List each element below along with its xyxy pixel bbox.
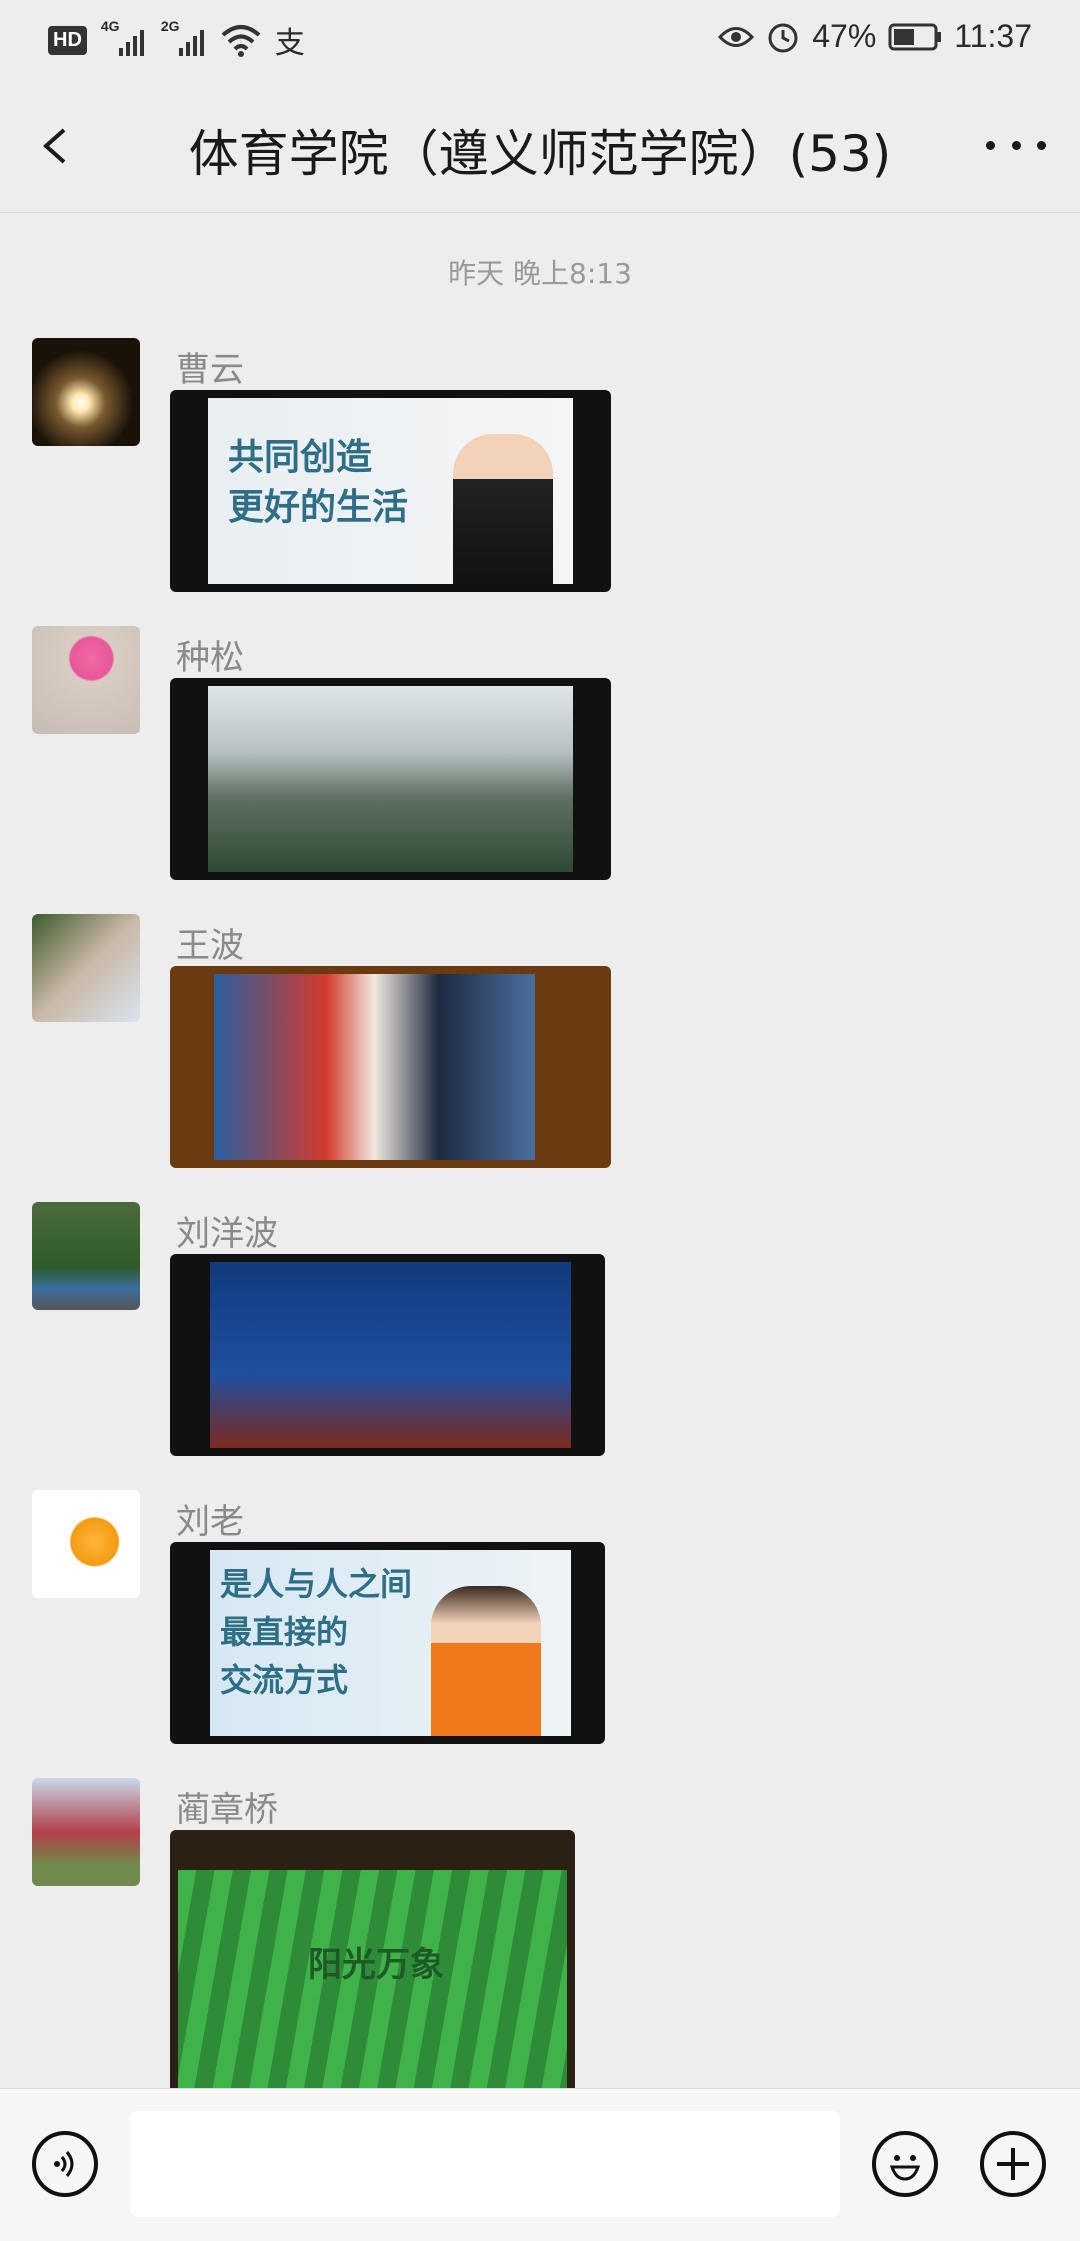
more-icon[interactable] (986, 120, 1046, 170)
presenter-figure (431, 1586, 541, 1736)
video-message[interactable]: 阳光万象 (170, 1830, 575, 2088)
video-message[interactable]: 是人与人之间 最直接的 交流方式 (170, 1542, 605, 1744)
video-thumbnail (208, 686, 573, 872)
video-caption: 阳光万象 (308, 1945, 444, 1985)
video-message[interactable] (170, 966, 611, 1168)
video-caption: 共同创造 更好的生活 (228, 436, 409, 528)
avatar[interactable] (32, 914, 140, 1022)
sender-name: 种松 (176, 638, 244, 678)
plus-icon[interactable] (980, 2131, 1046, 2197)
video-message[interactable]: 共同创造 更好的生活 (170, 390, 611, 592)
message-input[interactable] (130, 2111, 840, 2217)
signal-icon-2: 2G (160, 18, 207, 60)
eye-icon (718, 26, 755, 47)
video-thumbnail (210, 1262, 571, 1448)
voice-icon[interactable] (32, 2131, 98, 2197)
avatar[interactable] (32, 338, 140, 446)
battery-percent: 47% (812, 18, 877, 54)
video-caption: 是人与人之间 最直接的 交流方式 (220, 1565, 413, 1699)
back-arrow-icon[interactable] (36, 126, 76, 166)
sender-name: 刘老 (176, 1502, 244, 1542)
chat-title: 体育学院（遵义师范学院）(53) (188, 125, 892, 183)
signal-icon: 4G (100, 18, 147, 60)
sender-name: 王波 (176, 926, 244, 966)
avatar[interactable] (32, 1202, 140, 1310)
status-bar: HD 4G 2G 支 47% 11:37 (0, 0, 1080, 80)
wifi-icon (221, 25, 261, 57)
message-timestamp: 昨天 晚上8:13 (448, 257, 632, 290)
hd-icon: HD (48, 25, 87, 55)
clock: 11:37 (954, 18, 1032, 54)
sender-name: 曹云 (176, 350, 244, 390)
alipay-icon: 支 (274, 27, 305, 60)
presenter-figure (453, 434, 553, 584)
avatar[interactable] (32, 626, 140, 734)
chat-header: 体育学院（遵义师范学院）(53) (0, 80, 1080, 213)
avatar[interactable] (32, 1490, 140, 1598)
network-type-label: 4G (100, 18, 120, 34)
emoji-icon[interactable] (872, 2131, 938, 2197)
battery-icon (888, 23, 942, 50)
alarm-icon (768, 23, 798, 52)
sender-name: 蔺章桥 (176, 1790, 278, 1830)
input-bar (0, 2088, 1080, 2241)
sender-name: 刘洋波 (176, 1214, 278, 1254)
video-message[interactable] (170, 1254, 605, 1456)
video-thumbnail (214, 974, 535, 1160)
network-type-label-2: 2G (160, 18, 180, 34)
avatar[interactable] (32, 1778, 140, 1886)
video-message[interactable] (170, 678, 611, 880)
